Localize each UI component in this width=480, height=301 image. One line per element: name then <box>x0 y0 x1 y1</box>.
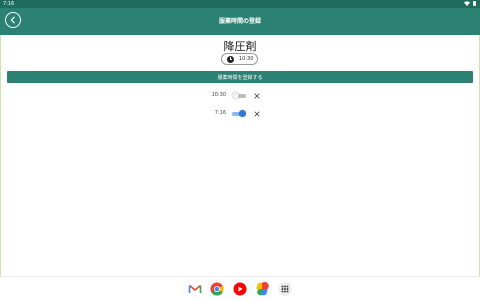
dock-app-chrome[interactable] <box>210 282 224 296</box>
battery-icon <box>473 1 476 6</box>
page-title: 服薬時間の登録 <box>218 18 261 25</box>
gmail-icon <box>188 284 202 293</box>
youtube-icon <box>233 282 247 296</box>
status-icons <box>464 1 476 6</box>
photos-icon <box>256 282 269 296</box>
status-time: 7:16 <box>3 1 15 7</box>
dock-app-youtube[interactable] <box>233 282 247 296</box>
taskbar <box>0 276 480 301</box>
close-icon <box>254 111 260 117</box>
toggle-thumb <box>232 92 239 99</box>
schedule-time: 10:30 <box>211 92 226 98</box>
time-picker-button[interactable]: 10:30 <box>221 53 258 65</box>
schedule-toggle[interactable] <box>230 91 248 101</box>
dock-app-drawer[interactable] <box>278 282 292 296</box>
app-drawer-icon <box>281 285 289 293</box>
schedule-row: 7:16 <box>205 109 275 119</box>
status-bar: 7:16 <box>0 0 480 8</box>
clock-icon <box>227 55 234 63</box>
delete-schedule-button[interactable] <box>252 91 262 101</box>
medicine-name: 降圧剤 <box>223 40 257 53</box>
app-bar: 服薬時間の登録 <box>0 8 480 35</box>
dock-app-photos[interactable] <box>255 282 269 296</box>
schedule-row: 10:30 <box>205 91 275 101</box>
dock-app-gmail[interactable] <box>188 282 202 296</box>
schedule-time: 7:16 <box>214 110 226 116</box>
chrome-icon <box>210 282 224 296</box>
register-time-button[interactable]: 服薬時間を登録する <box>7 71 473 83</box>
schedule-toggle[interactable] <box>230 109 248 119</box>
time-picker-value: 10:30 <box>239 56 254 62</box>
toggle-thumb <box>239 110 246 117</box>
delete-schedule-button[interactable] <box>252 109 262 119</box>
close-icon <box>254 93 260 99</box>
wifi-icon <box>464 1 470 6</box>
